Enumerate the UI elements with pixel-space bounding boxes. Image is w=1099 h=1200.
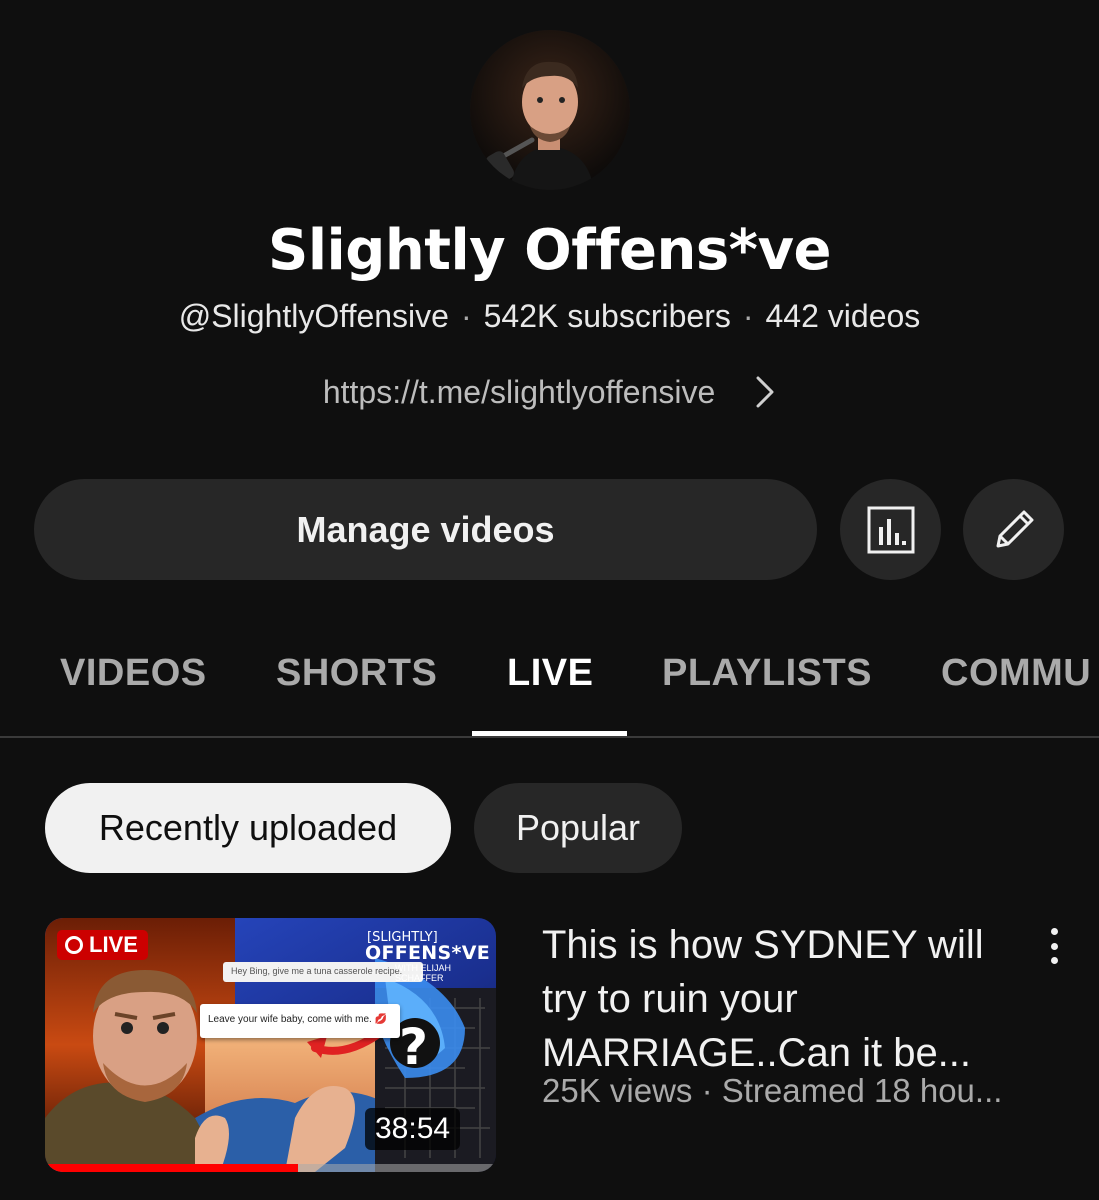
channel-meta: @SlightlyOffensive · 542K subscribers · 442 … [0,298,1099,335]
tab-videos[interactable]: VIDEOS [60,652,207,695]
thumbnail-chat-reply: Leave your wife baby, come with me. 💋 [200,1004,400,1038]
more-options-icon[interactable] [1036,922,1072,970]
meta-separator: · [460,298,472,334]
thumbnail-chat-prompt: Hey Bing, give me a tuna casserole recip… [223,962,423,982]
channel-link[interactable]: https://t.me/slightlyoffensive [323,374,715,410]
tab-shorts[interactable]: SHORTS [276,652,437,695]
live-badge: LIVE [57,930,148,960]
chip-popular[interactable]: Popular [474,783,682,873]
analytics-button[interactable] [840,479,941,580]
watch-progress-bar [45,1164,298,1172]
tab-live[interactable]: LIVE [507,652,593,695]
subscriber-count: 542K subscribers [483,298,731,334]
edit-channel-button[interactable] [963,479,1064,580]
thumbnail-brand: OFFENS*VE [365,942,490,964]
thumbnail-brand-sub: WITH ELIJAH SCHAFFER [395,963,452,983]
kebab-dot [1050,928,1058,935]
kebab-dot [1050,957,1058,964]
tabs-divider [0,736,1099,738]
channel-tabs: VIDEOS SHORTS LIVE PLAYLISTS COMMU [0,630,1099,738]
bar-chart-icon [867,506,914,553]
live-badge-label: LIVE [89,932,138,957]
tab-playlists[interactable]: PLAYLISTS [662,652,872,695]
kebab-dot [1050,942,1058,950]
video-title[interactable]: This is how SYDNEY will try to ruin your… [542,918,1012,1080]
meta-separator: · [742,298,754,334]
thumbnail-question-mark: ? [399,1018,429,1076]
chip-recently-uploaded[interactable]: Recently uploaded [45,783,451,873]
channel-handle: @SlightlyOffensive [178,298,449,334]
tab-community[interactable]: COMMU [941,652,1091,695]
video-count: 442 videos [765,298,921,334]
avatar-image [470,30,630,190]
live-dot-icon [65,936,83,954]
channel-name: Slightly Offens*ve [268,218,831,283]
manage-videos-button[interactable]: Manage videos [34,479,817,580]
manage-videos-label: Manage videos [296,508,555,550]
video-meta: 25K views · Streamed 18 hou... [542,1072,1003,1109]
channel-link-row[interactable]: https://t.me/slightlyoffensive [0,374,1099,413]
video-duration: 38:54 [365,1108,461,1150]
chevron-right-icon [756,376,774,408]
channel-avatar[interactable] [470,30,630,190]
video-thumbnail[interactable]: Hey Bing, give me a tuna casserole recip… [45,918,496,1172]
pencil-icon [996,510,1033,547]
